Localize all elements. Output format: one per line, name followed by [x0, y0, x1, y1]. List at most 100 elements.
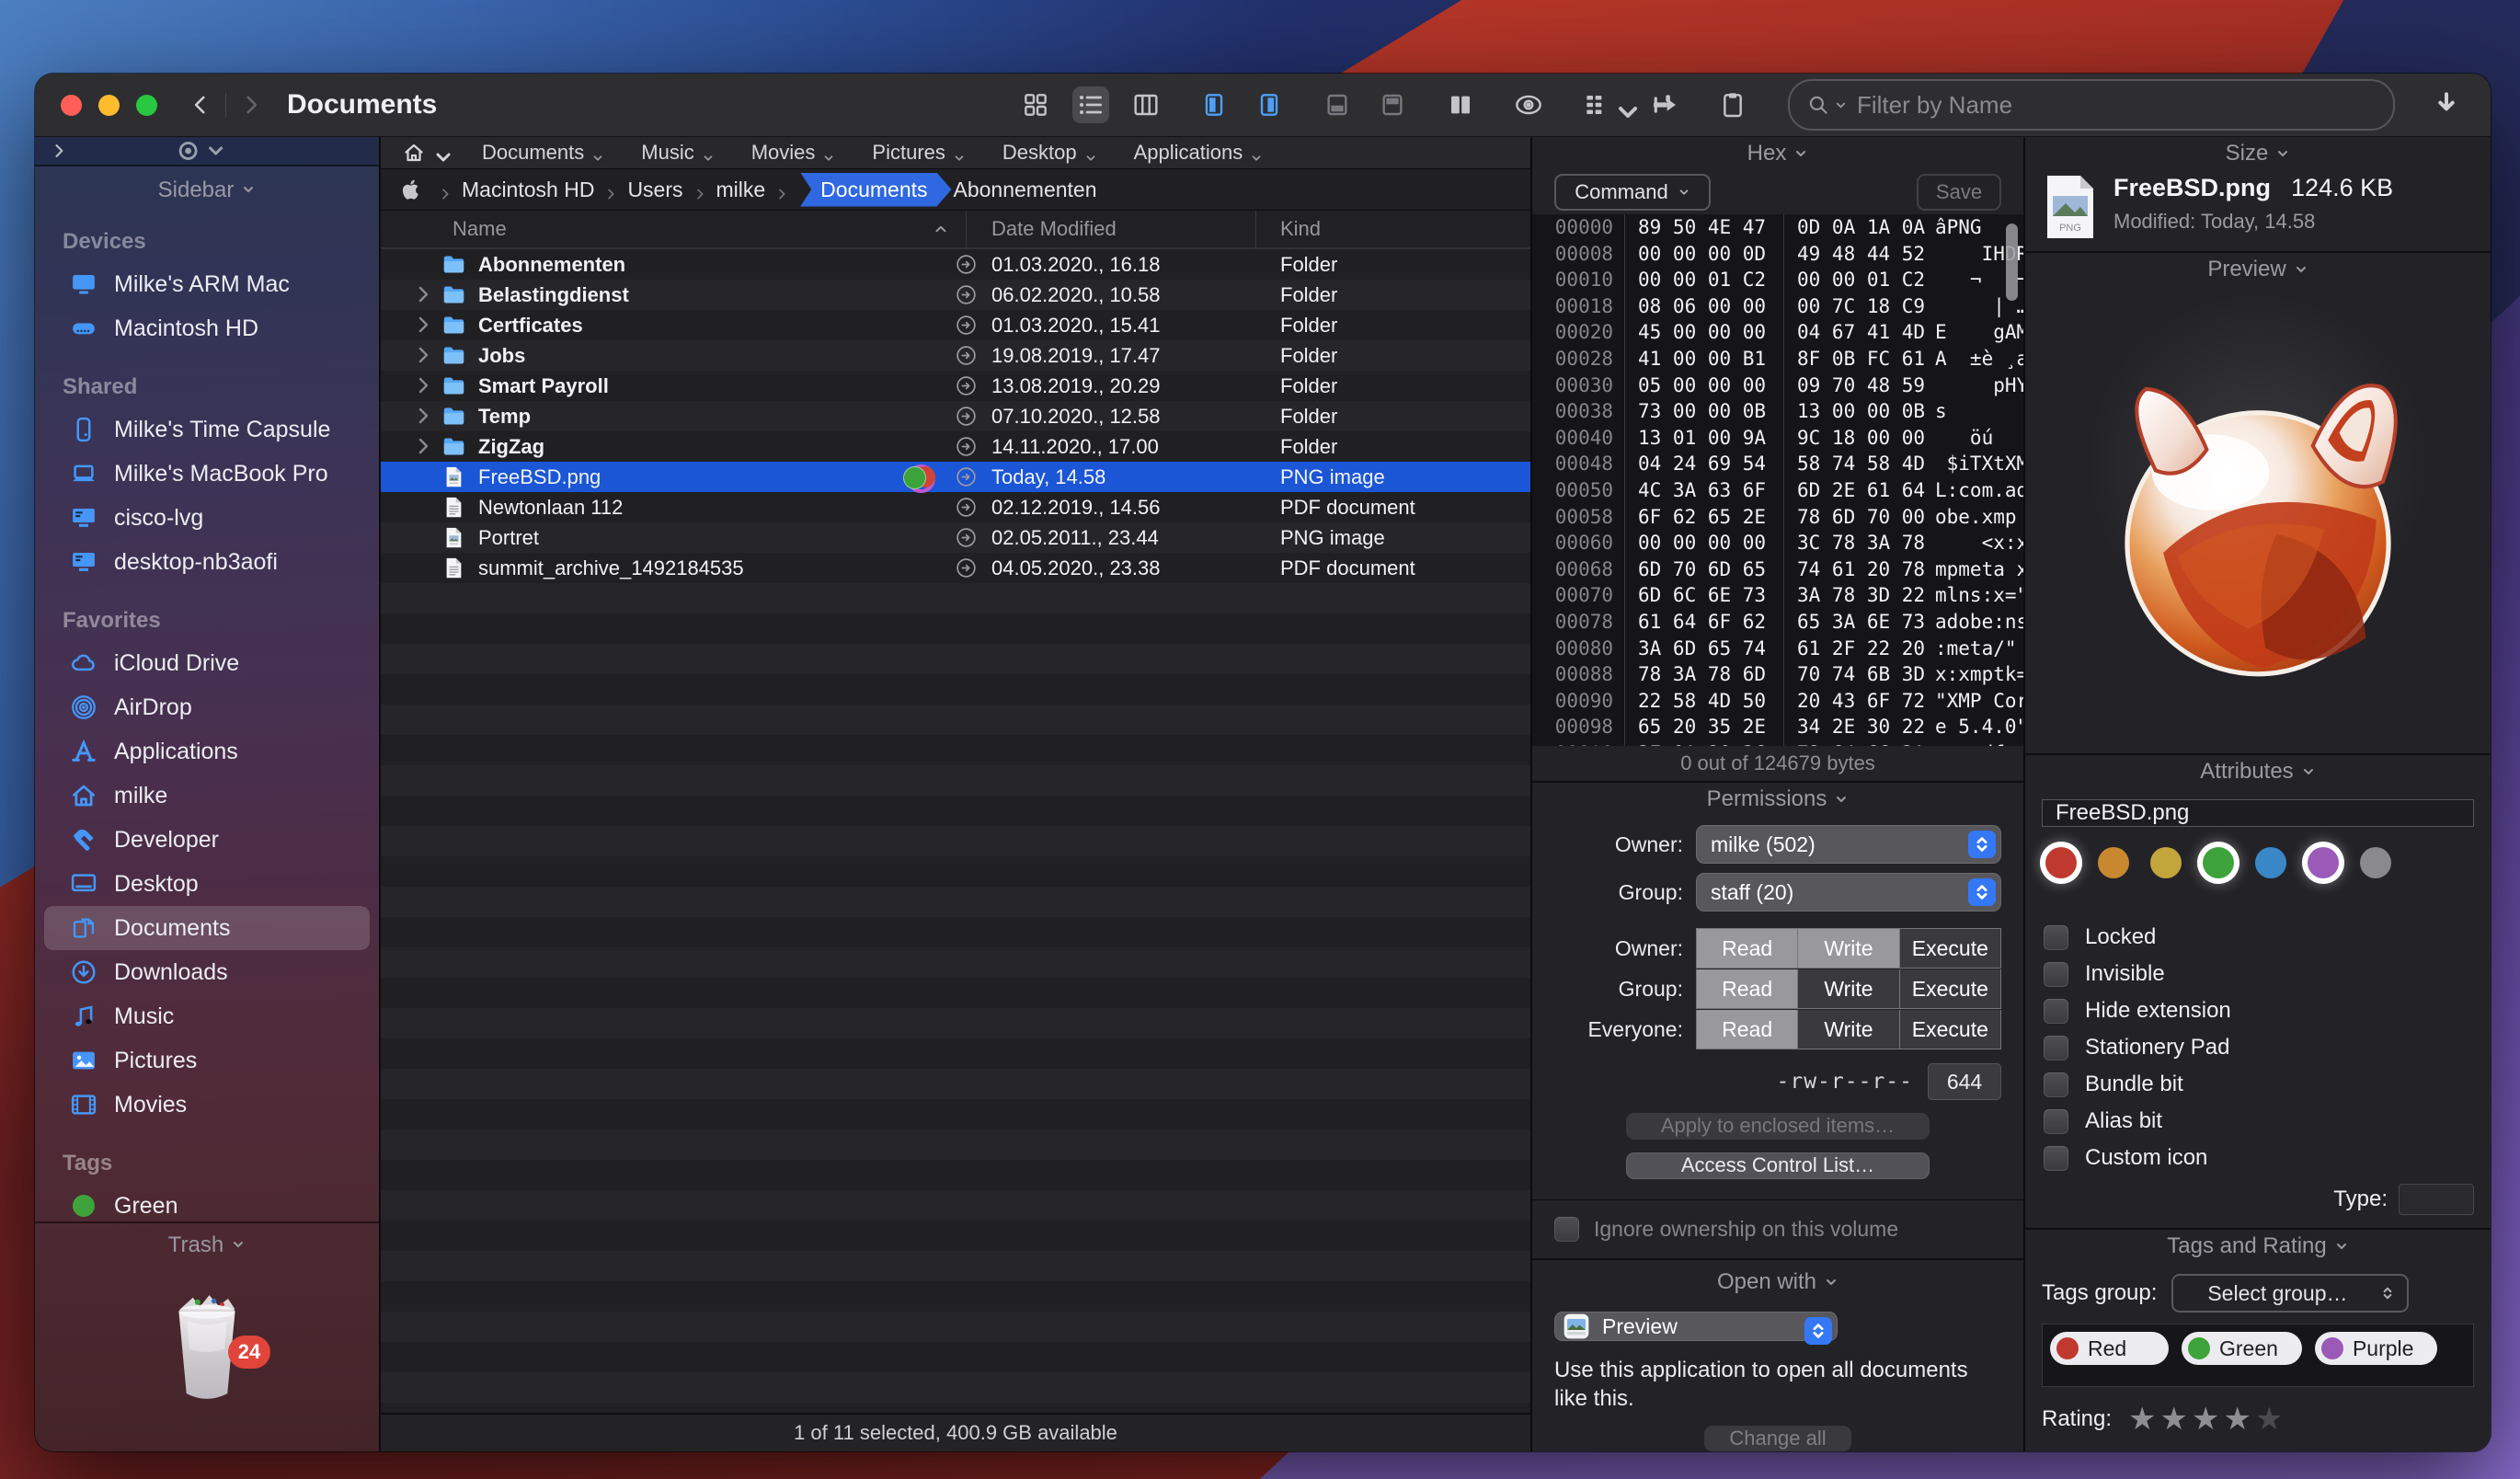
tag-color-orange[interactable] [2098, 847, 2129, 878]
permission-everyone-read[interactable]: Read [1697, 1010, 1797, 1049]
permission-everyone-execute[interactable]: Execute [1900, 1010, 2000, 1049]
list-view-button[interactable] [1072, 86, 1109, 123]
permission-group-execute[interactable]: Execute [1900, 969, 2000, 1008]
permission-owner-read[interactable]: Read [1697, 929, 1797, 968]
dual-pane-right-button[interactable] [1251, 86, 1288, 123]
path-menu-applications[interactable]: Applications [1134, 141, 1264, 165]
go-to-arrow-icon[interactable] [955, 344, 978, 367]
file-row[interactable]: ZigZag14.11.2020., 17.00Folder [381, 431, 1530, 462]
checkbox-alias-bit[interactable] [2044, 1109, 2068, 1134]
close-button[interactable] [61, 95, 82, 116]
file-row[interactable]: Jobs19.08.2019., 17.47Folder [381, 340, 1530, 371]
clipboard-button[interactable] [1714, 86, 1751, 123]
breadcrumb-segment-macintosh-hd[interactable]: Macintosh HD [462, 178, 594, 202]
hex-row[interactable]: 000803A 6D 65 7461 2F 22 20:meta/" [1532, 636, 2023, 662]
file-row[interactable]: Portret02.05.2011., 23.44PNG image [381, 522, 1530, 553]
go-to-arrow-icon[interactable] [955, 253, 978, 276]
breadcrumb-segment-users[interactable]: Users [627, 178, 682, 202]
hex-row[interactable]: 000586F 62 65 2E78 6D 70 00obe.xmp [1532, 504, 2023, 531]
sidebar-item-macintosh-hd[interactable]: Macintosh HD [44, 306, 370, 350]
hex-row[interactable]: 0002045 00 00 0004 67 41 4DE gAM [1532, 319, 2023, 346]
disclosure-triangle-icon[interactable] [412, 435, 434, 457]
dual-pane-left-button[interactable] [1196, 86, 1232, 123]
tag-pill-purple[interactable]: Purple [2315, 1332, 2437, 1365]
sidebar-item-developer[interactable]: Developer [44, 818, 370, 862]
column-name[interactable]: Name [452, 211, 507, 247]
permission-owner-write[interactable]: Write [1798, 929, 1898, 968]
owner-popup[interactable]: milke (502) [1696, 825, 2001, 864]
trash-header[interactable]: Trash [35, 1223, 379, 1260]
tag-color-gray[interactable] [2360, 847, 2391, 878]
go-to-arrow-icon[interactable] [955, 405, 978, 428]
file-row[interactable]: FreeBSD.pngToday, 14.58PNG image [381, 462, 1530, 492]
path-menu-pictures[interactable]: Pictures [872, 141, 965, 165]
hex-row[interactable]: 0009022 58 4D 5020 43 6F 72"XMP Cor [1532, 688, 2023, 715]
disclosure-triangle-icon[interactable] [412, 374, 434, 396]
tags-rating-header[interactable]: Tags and Rating [2025, 1230, 2491, 1263]
breadcrumb-segment-abonnementen[interactable]: Abonnementen [954, 178, 1097, 202]
sidebar-item-movies[interactable]: Movies [44, 1083, 370, 1127]
file-row[interactable]: summit_archive_149218453504.05.2020., 23… [381, 553, 1530, 583]
hex-row[interactable]: 0006000 00 00 003C 78 3A 78 <x:x [1532, 530, 2023, 556]
sidebar-item-downloads[interactable]: Downloads [44, 950, 370, 994]
device-selector[interactable] [178, 140, 227, 162]
breadcrumb-segment-milke[interactable]: milke [716, 178, 766, 202]
hex-row[interactable]: 0002841 00 00 B18F 0B FC 61A ±è ¸a [1532, 346, 2023, 373]
checkbox-hide-extension[interactable] [2044, 999, 2068, 1024]
hex-row[interactable]: 0001808 06 00 0000 7C 18 C9 | … [1532, 293, 2023, 320]
path-menu-movies[interactable]: Movies [751, 141, 836, 165]
save-button[interactable]: Save [1917, 174, 2001, 211]
file-row[interactable]: Abonnementen01.03.2020., 16.18Folder [381, 249, 1530, 280]
rating-star-4[interactable]: ★ [2224, 1402, 2255, 1437]
disclosure-triangle-icon[interactable] [412, 344, 434, 366]
checkbox-locked[interactable] [2044, 925, 2068, 950]
permission-group-write[interactable]: Write [1798, 969, 1898, 1008]
attributes-header[interactable]: Attributes [2025, 755, 2491, 788]
checkbox-custom-icon[interactable] [2044, 1146, 2068, 1171]
hex-row[interactable]: 0004013 01 00 9A9C 18 00 00 öú [1532, 425, 2023, 452]
sidebar-item-applications[interactable]: Applications [44, 729, 370, 774]
sidebar-item-desktop[interactable]: Desktop [44, 862, 370, 906]
file-row[interactable]: Temp07.10.2020., 12.58Folder [381, 401, 1530, 431]
top-pane-button[interactable] [1374, 86, 1411, 123]
zoom-button[interactable] [136, 95, 157, 116]
go-to-arrow-icon[interactable] [955, 283, 978, 306]
sidebar-item-icloud-drive[interactable]: iCloud Drive [44, 641, 370, 685]
disclosure-triangle-icon[interactable] [412, 405, 434, 427]
access-control-list-button[interactable]: Access Control List… [1626, 1152, 1930, 1179]
hex-header[interactable]: Hex [1532, 137, 2023, 170]
checkbox-invisible[interactable] [2044, 962, 2068, 987]
file-row[interactable]: Belastingdienst06.02.2020., 10.58Folder [381, 280, 1530, 310]
permission-everyone-write[interactable]: Write [1798, 1010, 1898, 1049]
sidebar-collapse-icon[interactable] [50, 142, 68, 160]
hex-scrollbar-thumb[interactable] [2006, 224, 2018, 301]
hex-dump[interactable]: 0000089 50 4E 470D 0A 1A 0AâPNG 0000800 … [1532, 214, 2023, 746]
go-to-arrow-icon[interactable] [955, 556, 978, 579]
tag-pill-red[interactable]: Red [2050, 1332, 2169, 1365]
preview-header[interactable]: Preview [2025, 253, 2491, 286]
rating-star-5[interactable]: ★ [2255, 1402, 2286, 1437]
path-menu-documents[interactable]: Documents [482, 141, 604, 165]
hex-row[interactable]: 0000800 00 00 0D49 48 44 52 IHDR [1532, 241, 2023, 268]
size-header[interactable]: Size [2025, 137, 2491, 170]
sidebar-item-pictures[interactable]: Pictures [44, 1038, 370, 1083]
group-popup[interactable]: staff (20) [1696, 873, 2001, 911]
hex-row[interactable]: 0003005 00 00 0009 70 48 59 pHY [1532, 373, 2023, 399]
permissions-header[interactable]: Permissions [1532, 783, 2023, 816]
go-to-arrow-icon[interactable] [955, 314, 978, 337]
view-options-button[interactable] [1578, 86, 1615, 123]
column-date-modified[interactable]: Date Modified [991, 211, 1117, 247]
minimize-button[interactable] [98, 95, 120, 116]
hex-row[interactable]: 0000089 50 4E 470D 0A 1A 0AâPNG [1532, 214, 2023, 241]
hex-row[interactable]: 0009865 20 35 2E34 2E 30 22e 5.4.0" [1532, 714, 2023, 740]
go-to-arrow-icon[interactable] [955, 465, 978, 488]
sidebar-item-airdrop[interactable]: AirDrop [44, 685, 370, 729]
icons-view-button[interactable] [1017, 86, 1054, 123]
path-menu-desktop[interactable]: Desktop [1002, 141, 1097, 165]
split-view-button[interactable] [1442, 86, 1479, 123]
command-dropdown[interactable]: Command [1554, 174, 1711, 211]
forward-button[interactable] [239, 93, 263, 117]
sidebar-item-documents[interactable]: Documents [44, 906, 370, 950]
rating-stars[interactable]: ★★★★★ [2128, 1405, 2286, 1433]
hex-row[interactable]: 0007861 64 6F 6265 3A 6E 73adobe:ns [1532, 609, 2023, 636]
